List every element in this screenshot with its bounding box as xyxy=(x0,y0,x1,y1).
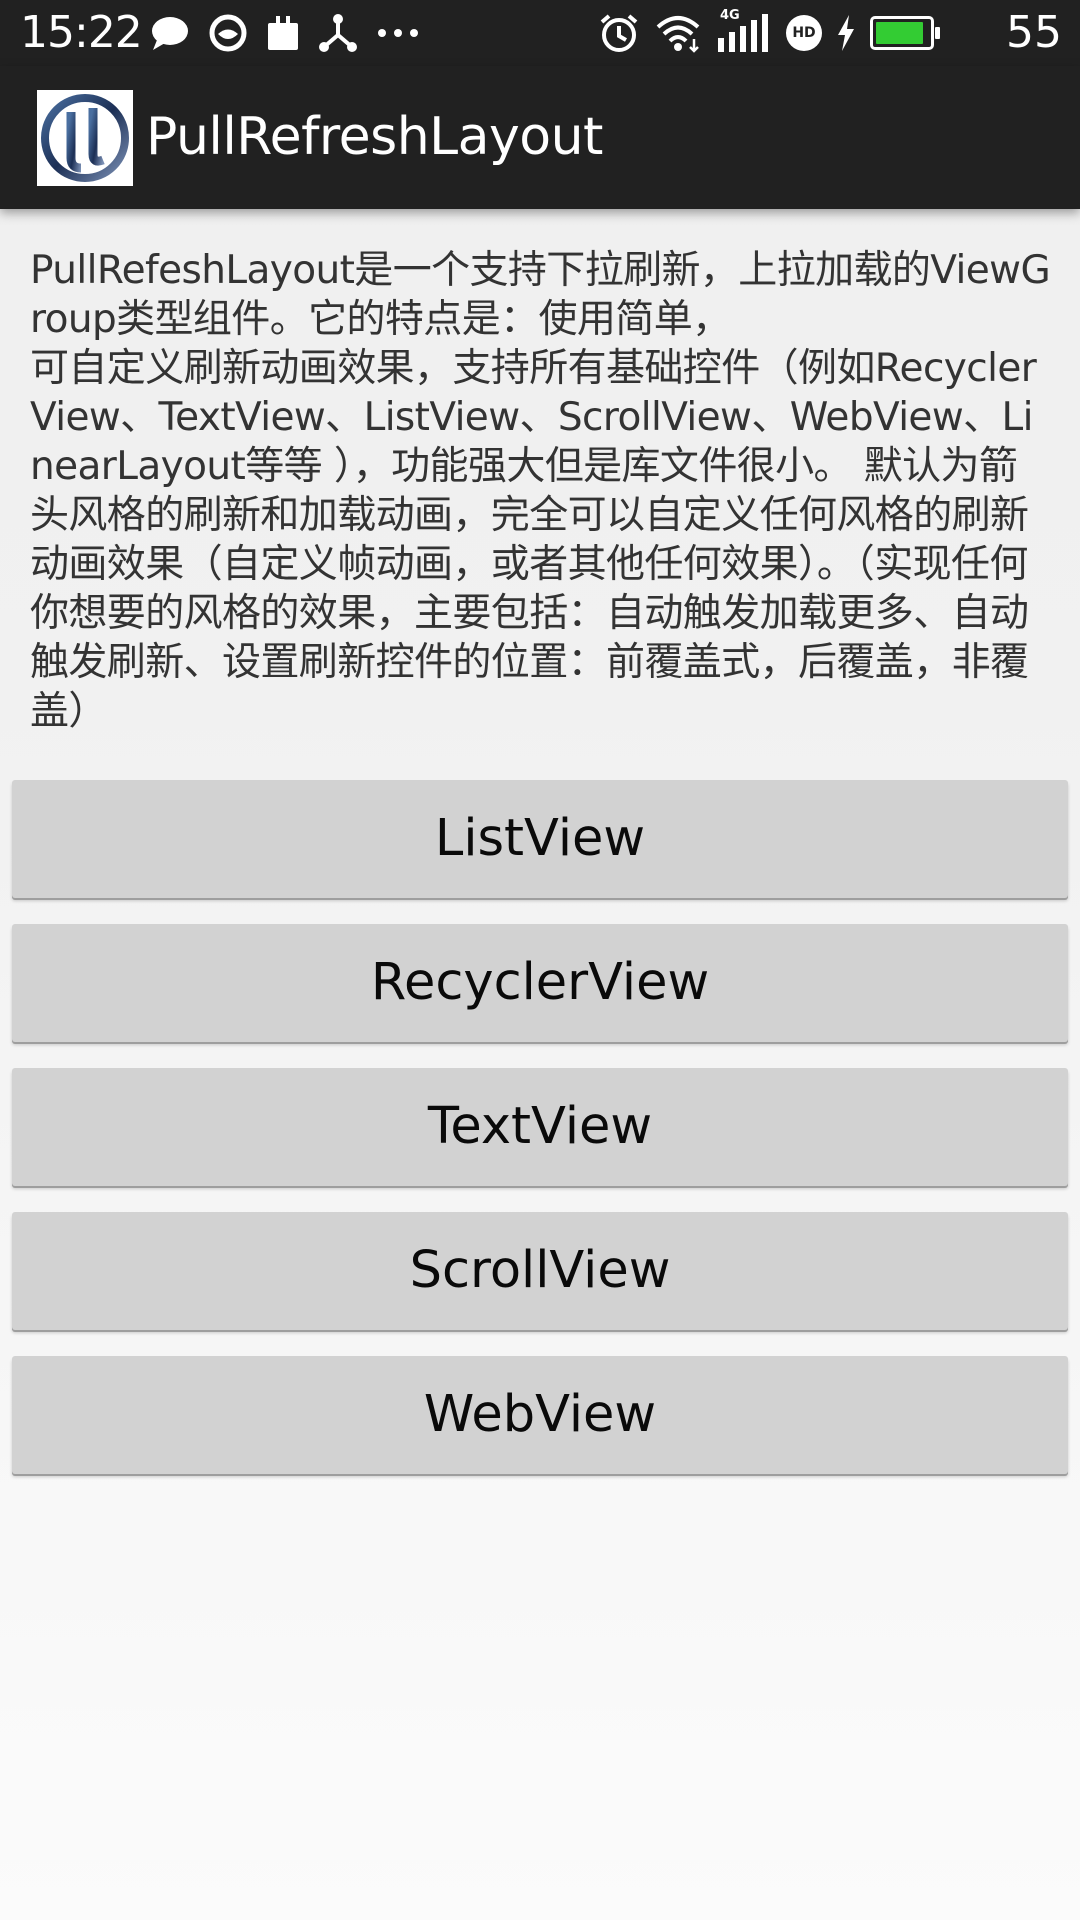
hd-icon: HD xyxy=(786,15,822,51)
description-text: PullRefeshLayout是一个支持下拉刷新，上拉加载的ViewGroup… xyxy=(30,248,1051,734)
status-bar: 15:22 4G HD 55 xyxy=(0,0,1080,66)
webview-button[interactable]: WebView xyxy=(12,1356,1068,1474)
more-dots-icon xyxy=(378,29,418,37)
listview-button[interactable]: ListView xyxy=(12,780,1068,898)
status-time: 15:22 xyxy=(20,7,143,58)
textview-button[interactable]: TextView xyxy=(12,1068,1068,1186)
demo-button-list: ListView RecyclerView TextView ScrollVie… xyxy=(12,780,1068,1500)
app-logo-icon xyxy=(37,90,133,186)
notification-icons xyxy=(150,12,420,54)
battery-fill xyxy=(876,22,923,44)
system-icons: 4G HD xyxy=(598,8,940,56)
app-title: PullRefreshLayout xyxy=(146,107,603,167)
screen: 15:22 4G HD 55 PullRefreshLayout PullRef… xyxy=(0,0,1080,1920)
alarm-icon xyxy=(600,14,638,52)
share-network-icon xyxy=(319,14,357,52)
battery-tip xyxy=(935,27,940,39)
briefcase-icon xyxy=(268,16,298,50)
smiley-icon xyxy=(209,14,247,52)
hd-label: HD xyxy=(792,25,816,41)
scrollview-button[interactable]: ScrollView xyxy=(12,1212,1068,1330)
chat-bubble-icon xyxy=(152,17,188,50)
battery-icon xyxy=(870,16,940,50)
app-bar: PullRefreshLayout xyxy=(0,66,1080,209)
charging-icon xyxy=(838,15,854,51)
signal-4g-icon: 4G xyxy=(716,8,772,54)
wifi-icon xyxy=(656,16,700,53)
battery-percent: 55 xyxy=(1006,7,1062,58)
recyclerview-button[interactable]: RecyclerView xyxy=(12,924,1068,1042)
